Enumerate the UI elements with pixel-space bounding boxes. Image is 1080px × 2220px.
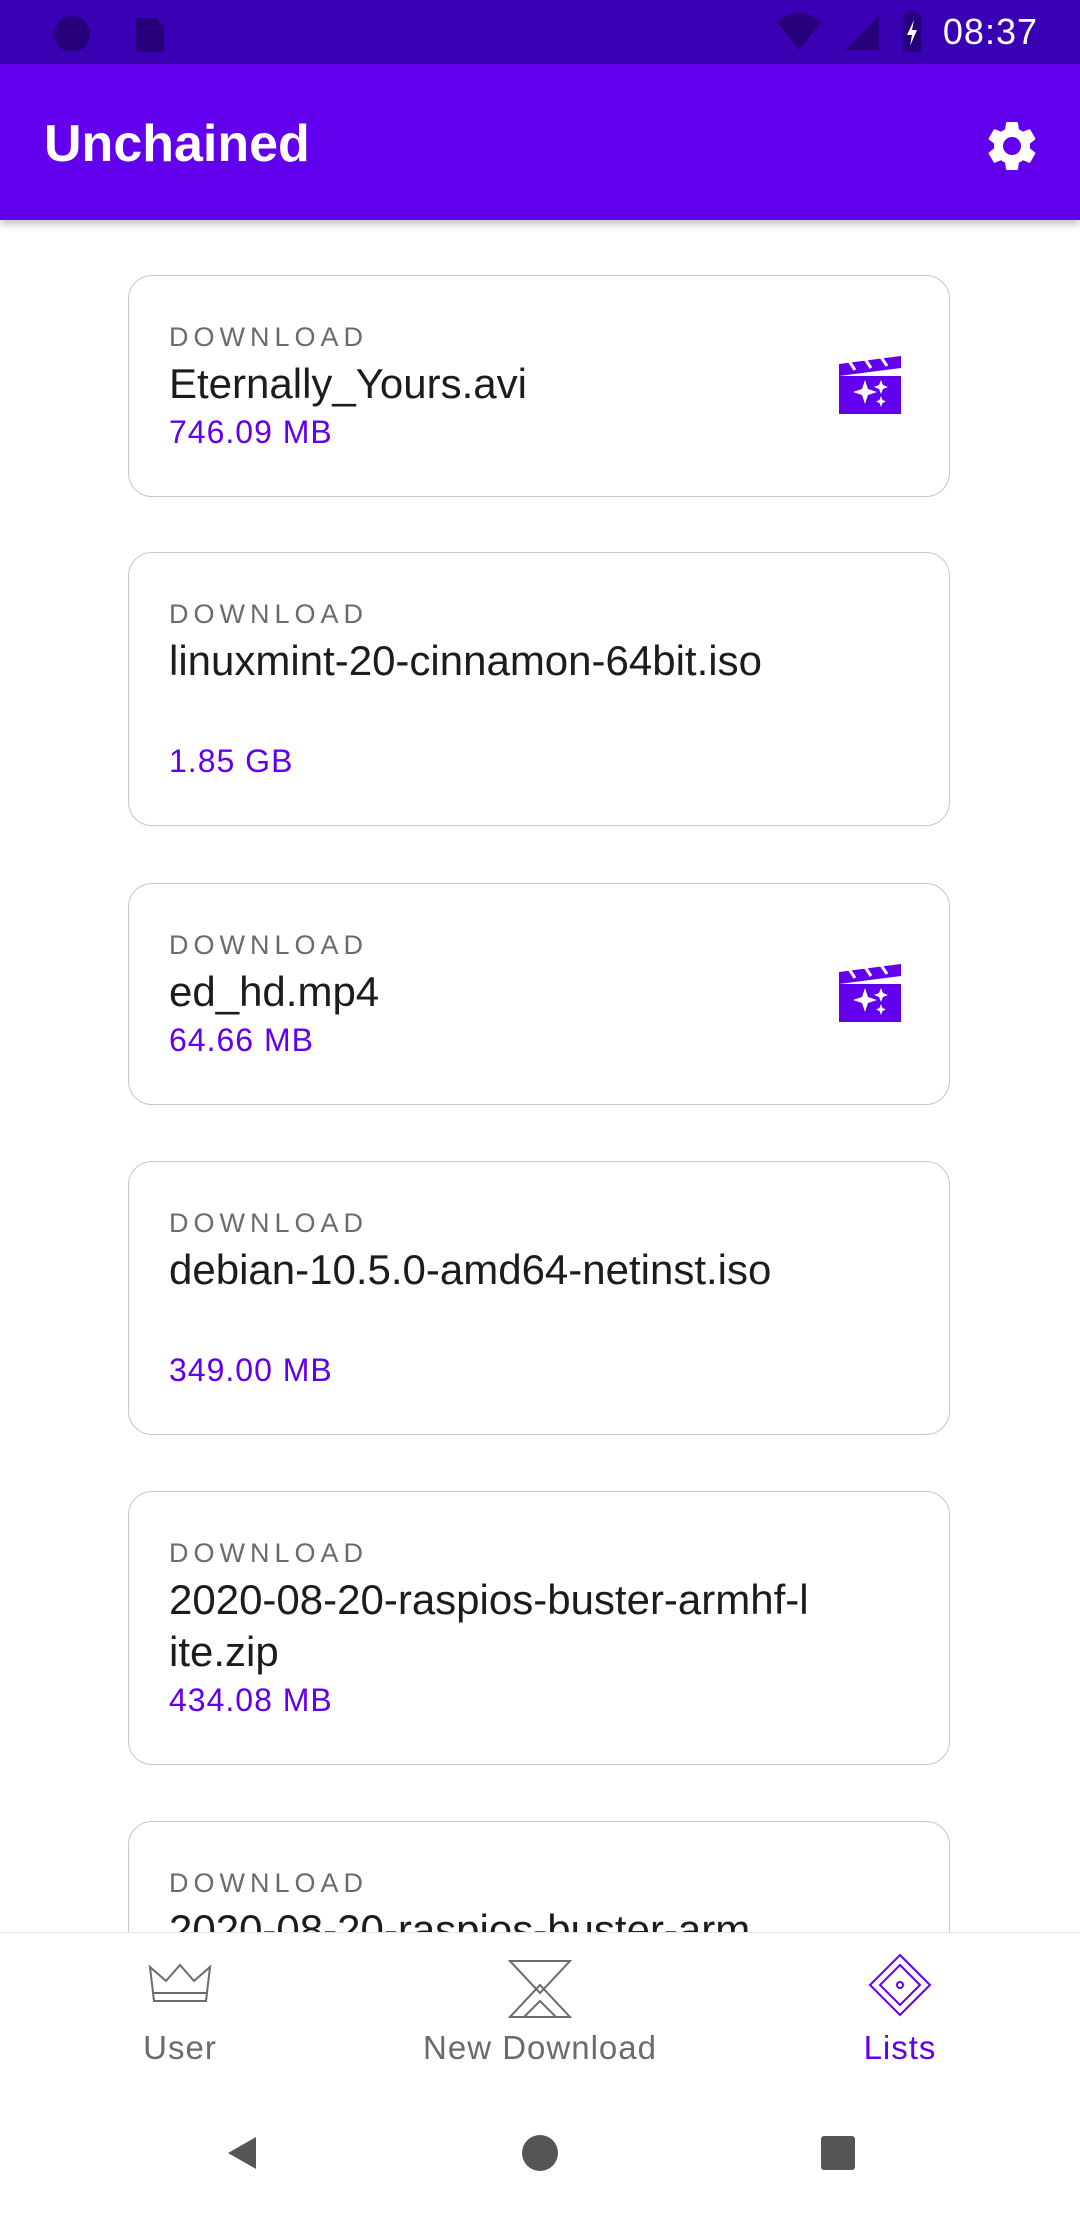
movie-icon xyxy=(839,964,901,1022)
bottom-navigation: User New Download Lists xyxy=(0,1932,1080,2090)
hourglass-icon xyxy=(507,1960,573,2018)
sd-card-icon xyxy=(136,18,164,52)
card-type-label: DOWNLOAD xyxy=(169,322,369,352)
downloads-list[interactable]: DOWNLOAD Eternally_Yours.avi 746.09 MB D… xyxy=(0,220,1080,1932)
file-name: 2020-08-20-raspios-buster-arm xyxy=(169,1906,751,1932)
file-size: 746.09 MB xyxy=(169,414,333,450)
file-size: 1.85 GB xyxy=(169,743,294,779)
card-type-label: DOWNLOAD xyxy=(169,1868,369,1898)
nav-new-download-label: New Download xyxy=(423,2029,657,2066)
download-card[interactable]: DOWNLOAD 2020-08-20-raspios-buster-arm xyxy=(128,1821,950,1932)
circle-notification-icon xyxy=(54,16,90,52)
battery-icon xyxy=(902,10,921,52)
download-card[interactable]: DOWNLOAD linuxmint-20-cinnamon-64bit.iso… xyxy=(128,552,950,826)
file-name: debian-10.5.0-amd64-netinst.iso xyxy=(169,1246,772,1293)
diamond-icon xyxy=(868,1953,932,2017)
card-type-label: DOWNLOAD xyxy=(169,599,369,629)
nav-lists-label: Lists xyxy=(863,2029,937,2066)
status-bar: 08:37 xyxy=(0,0,1080,64)
home-icon[interactable] xyxy=(520,2133,560,2173)
file-name: 2020-08-20-raspios-buster-armhf-lite.zip xyxy=(169,1576,809,1675)
card-type-label: DOWNLOAD xyxy=(169,1208,369,1238)
app-title: Unchained xyxy=(44,115,310,173)
file-size: 64.66 MB xyxy=(169,1022,314,1058)
system-navigation-bar xyxy=(0,2088,1080,2220)
recents-icon[interactable] xyxy=(818,2133,858,2173)
settings-button[interactable] xyxy=(982,116,1042,176)
file-name: ed_hd.mp4 xyxy=(169,968,380,1015)
download-card[interactable]: DOWNLOAD ed_hd.mp4 64.66 MB xyxy=(128,883,950,1105)
nav-lists[interactable]: Lists xyxy=(720,1933,1080,2089)
signal-icon xyxy=(844,16,879,50)
nav-user-label: User xyxy=(143,2029,217,2066)
nav-user[interactable]: User xyxy=(0,1933,360,2089)
status-time: 08:37 xyxy=(942,11,1038,52)
file-size: 349.00 MB xyxy=(169,1352,333,1388)
file-name: Eternally_Yours.avi xyxy=(169,360,527,407)
app-bar: Unchained xyxy=(0,64,1080,220)
file-size: 434.08 MB xyxy=(169,1682,333,1718)
download-card[interactable]: DOWNLOAD Eternally_Yours.avi 746.09 MB xyxy=(128,275,950,497)
back-icon[interactable] xyxy=(222,2133,262,2173)
nav-new-download[interactable]: New Download xyxy=(360,1933,720,2089)
file-name: linuxmint-20-cinnamon-64bit.iso xyxy=(169,637,762,684)
card-type-label: DOWNLOAD xyxy=(169,1538,369,1568)
movie-icon xyxy=(839,356,901,414)
card-type-label: DOWNLOAD xyxy=(169,930,369,960)
crown-icon xyxy=(148,1963,212,2002)
download-card[interactable]: DOWNLOAD debian-10.5.0-amd64-netinst.iso… xyxy=(128,1161,950,1435)
wifi-icon xyxy=(776,13,821,50)
download-card[interactable]: DOWNLOAD 2020-08-20-raspios-buster-armhf… xyxy=(128,1491,950,1765)
gear-icon xyxy=(988,121,1036,170)
